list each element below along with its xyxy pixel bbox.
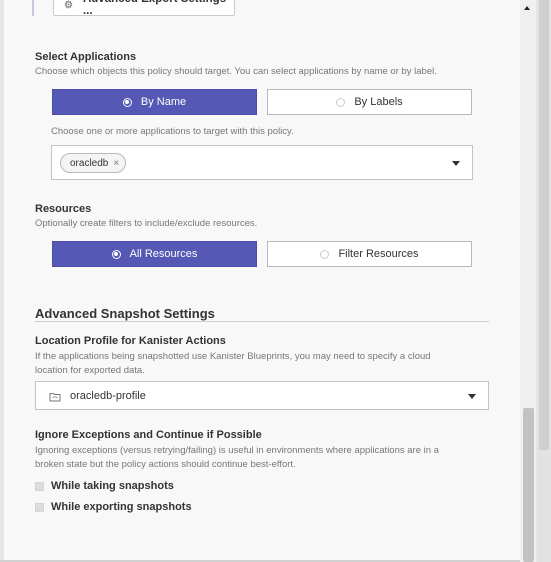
location-profile-description-2: location for exported data.	[35, 365, 145, 376]
ignore-exceptions-description-1: Ignoring exceptions (versus retrying/fai…	[35, 445, 439, 456]
while-taking-snapshots-label: While taking snapshots	[51, 480, 174, 492]
advanced-snapshot-settings-title: Advanced Snapshot Settings	[35, 306, 215, 321]
select-applications-description: Choose which objects this policy should …	[35, 66, 437, 77]
section-divider	[35, 321, 489, 322]
while-exporting-snapshots-label: While exporting snapshots	[51, 501, 192, 513]
scroll-up-arrow-icon[interactable]	[524, 6, 530, 10]
resources-title: Resources	[35, 203, 92, 215]
location-profile-description-1: If the applications being snapshotted us…	[35, 351, 431, 362]
filter-resources-option[interactable]: Filter Resources	[267, 241, 472, 267]
while-exporting-snapshots-checkbox[interactable]: While exporting snapshots	[35, 501, 192, 513]
select-applications-title: Select Applications	[35, 51, 137, 63]
chip-remove-icon[interactable]: ×	[113, 158, 119, 169]
by-labels-label: By Labels	[354, 96, 403, 108]
advanced-export-settings-button[interactable]: ⚙ Advanced Export Settings ...	[53, 0, 235, 17]
while-taking-snapshots-checkbox[interactable]: While taking snapshots	[35, 480, 174, 492]
chevron-down-icon[interactable]	[452, 160, 460, 166]
chevron-down-icon[interactable]	[468, 393, 476, 399]
applications-hint: Choose one or more applications to targe…	[51, 126, 294, 137]
ignore-exceptions-description-2: broken state but the policy actions shou…	[35, 459, 296, 470]
advanced-export-settings-label: Advanced Export Settings ...	[82, 0, 226, 17]
section-indent-line	[32, 0, 34, 16]
filter-resources-label: Filter Resources	[338, 248, 419, 260]
application-chip-label: oracledb	[70, 157, 109, 169]
checkbox-box[interactable]	[35, 481, 44, 491]
application-chip: oracledb ×	[60, 153, 127, 173]
checkbox-box[interactable]	[35, 502, 44, 512]
location-profile-select[interactable]: oracledb-profile	[35, 381, 489, 410]
by-name-option[interactable]: By Name	[52, 89, 257, 115]
radio-icon	[320, 249, 330, 259]
policy-form-panel: ⚙ Advanced Export Settings ... Select Ap…	[4, 0, 521, 560]
by-labels-option[interactable]: By Labels	[267, 89, 472, 115]
all-resources-option[interactable]: All Resources	[52, 241, 257, 267]
folder-icon	[49, 393, 61, 402]
inner-scrollbar-thumb[interactable]	[523, 408, 534, 562]
radio-icon	[336, 97, 346, 107]
gear-icon: ⚙	[64, 0, 73, 11]
outer-scrollbar-thumb[interactable]	[539, 0, 549, 450]
radio-icon	[111, 249, 121, 259]
resources-description: Optionally create filters to include/exc…	[35, 218, 258, 229]
applications-multiselect[interactable]: oracledb ×	[51, 145, 473, 180]
by-name-label: By Name	[140, 96, 187, 108]
all-resources-label: All Resources	[129, 248, 198, 260]
location-profile-title: Location Profile for Kanister Actions	[35, 335, 226, 347]
ignore-exceptions-title: Ignore Exceptions and Continue if Possib…	[35, 429, 262, 441]
location-profile-value: oracledb-profile	[70, 390, 146, 402]
radio-icon	[122, 97, 132, 107]
